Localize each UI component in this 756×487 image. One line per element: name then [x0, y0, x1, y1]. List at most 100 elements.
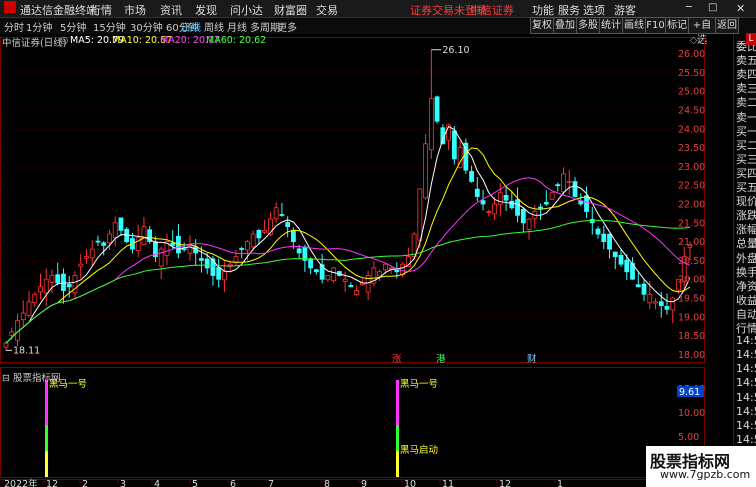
candle-body: [641, 283, 647, 295]
candle-body: [572, 181, 578, 197]
tab-5min[interactable]: 5分钟: [60, 19, 86, 34]
maximize-icon[interactable]: □: [708, 2, 717, 13]
candle-body: [49, 275, 55, 283]
date-tick-label: 11: [442, 479, 454, 487]
quote-label: 14:5: [736, 404, 756, 418]
statistics-button[interactable]: 统计: [599, 17, 623, 34]
candle-body: [9, 331, 15, 336]
menu-item-jiaoyi[interactable]: 交易: [316, 2, 338, 18]
fuquan-button[interactable]: 复权: [530, 17, 554, 34]
candle-body: [474, 188, 480, 197]
legend-ma60: MA60: 20.62: [206, 35, 267, 46]
close-icon[interactable]: ✕: [736, 2, 745, 15]
indicator-name[interactable]: ⊟ 股票指标网: [2, 370, 61, 384]
candle-body: [222, 271, 227, 281]
candle-body: [595, 228, 601, 235]
watermark-logo: 股票指标网 www.7gpzb.com: [646, 446, 756, 487]
candle-body: [273, 207, 279, 220]
indicator-toggle-icon[interactable]: ⊟: [2, 373, 10, 384]
menu-item-fuwu[interactable]: 服务: [558, 2, 580, 18]
signal-label: 黑马启动: [400, 444, 438, 456]
date-tick-label: 6: [230, 479, 236, 487]
tab-30min[interactable]: 30分钟: [130, 19, 163, 34]
candle-body: [411, 233, 417, 257]
price-tick-label: 18.00: [678, 350, 705, 361]
candle-body: [26, 301, 32, 316]
quote-panel: 委比 卖五 卖四 卖三 卖二 卖一 买一 买二 买三 买四 买五 现价 涨跌 涨幅 总量 外盘 换手 净资 收益 自动…: [733, 34, 756, 487]
signal-bar: [45, 425, 48, 451]
candle-body: [279, 214, 285, 216]
tab-monthly[interactable]: 月线: [227, 19, 247, 34]
signal-bar: [396, 412, 399, 425]
ma10-line: [5, 147, 691, 344]
candle-body: [480, 200, 486, 205]
minimize-icon[interactable]: ─: [686, 2, 692, 13]
menu-item-caifuquan[interactable]: 财富圈: [274, 2, 307, 18]
tab-1min[interactable]: 1分钟: [26, 19, 52, 34]
chart-settings-icon[interactable]: ◇: [690, 35, 697, 46]
event-marker-0: 涨: [392, 354, 402, 365]
candle-body: [555, 184, 561, 187]
quote-label: 14:5: [736, 362, 756, 376]
price-tick-label: 25.00: [678, 87, 705, 98]
candle-body: [601, 233, 607, 243]
add-watchlist-button[interactable]: +自选: [688, 17, 716, 46]
candle-body: [647, 293, 653, 304]
price-tick-label: 20.00: [678, 275, 705, 286]
menu-item-shichang[interactable]: 市场: [124, 2, 146, 18]
candle-body: [38, 286, 43, 293]
high-price-label: 26.10: [442, 45, 469, 56]
candle-body: [377, 271, 383, 277]
candle-body: [342, 278, 348, 282]
low-price-label: 18.11: [13, 345, 40, 356]
menu-item-hangqing[interactable]: 行情: [90, 2, 112, 18]
date-tick-label: 10: [404, 479, 416, 487]
panel-toggle-tab[interactable]: L: [746, 33, 756, 45]
menu-item-wenxiaoda[interactable]: 问小达: [230, 2, 263, 18]
date-tick-label: 9: [361, 479, 367, 487]
app-title: 通达信金融终端: [20, 4, 97, 17]
candle-body: [348, 285, 354, 288]
candle-body: [141, 226, 147, 246]
tab-daily[interactable]: 日线: [181, 19, 201, 34]
candle-body: [566, 181, 572, 183]
date-tick-label: 12: [499, 479, 511, 487]
indicator-current-value: 9.61: [679, 387, 700, 398]
title-bar: 通达信金融终端 行情 市场 资讯 发现 问小达 财富圈 交易 证券交易未登录 中…: [0, 0, 756, 18]
candle-body: [417, 188, 423, 241]
tab-15min[interactable]: 15分钟: [93, 19, 126, 34]
menu-item-zixun[interactable]: 资讯: [160, 2, 182, 18]
tab-weekly[interactable]: 周线: [204, 19, 224, 34]
multi-stock-button[interactable]: 多股: [576, 17, 600, 34]
legend-toggle-icon[interactable]: ◎: [60, 35, 68, 46]
date-tick-label: 5: [192, 479, 198, 487]
f10-button[interactable]: F10: [645, 17, 666, 34]
candle-body: [55, 274, 61, 284]
draw-line-button[interactable]: 画线: [622, 17, 646, 34]
event-marker-2: 财: [527, 353, 537, 365]
user-guest[interactable]: 游客: [614, 2, 636, 18]
quote-label: 14:5: [736, 418, 756, 432]
candle-body: [107, 233, 112, 244]
candle-body: [423, 143, 428, 199]
price-tick-label: 19.50: [678, 294, 705, 305]
kline-chart[interactable]: 26.1018.11 涨港财 黑马一号 黑马一号黑马启动 26.0025.5025…: [0, 34, 705, 487]
price-tick-label: 22.50: [678, 181, 705, 192]
tab-more[interactable]: 更多: [277, 19, 297, 34]
candle-body: [451, 130, 457, 160]
back-button[interactable]: 返回: [715, 17, 739, 34]
menu-item-faxian[interactable]: 发现: [195, 2, 217, 18]
overlay-button[interactable]: 叠加: [553, 17, 577, 34]
candle-body: [653, 301, 658, 304]
menu-item-xuanxiang[interactable]: 选项: [583, 2, 605, 18]
candle-body: [612, 251, 618, 258]
price-tick-label: 21.50: [678, 218, 705, 229]
price-tick-label: 22.00: [678, 200, 705, 211]
tab-multi-period[interactable]: 多周期: [250, 19, 280, 34]
signal-bar: [396, 451, 399, 477]
tab-fenshi[interactable]: 分时: [4, 19, 24, 34]
candle-body: [239, 248, 245, 250]
menu-item-gongneng[interactable]: 功能: [532, 2, 554, 18]
mark-button[interactable]: 标记: [665, 17, 689, 34]
quote-label: 14:5: [736, 376, 756, 390]
